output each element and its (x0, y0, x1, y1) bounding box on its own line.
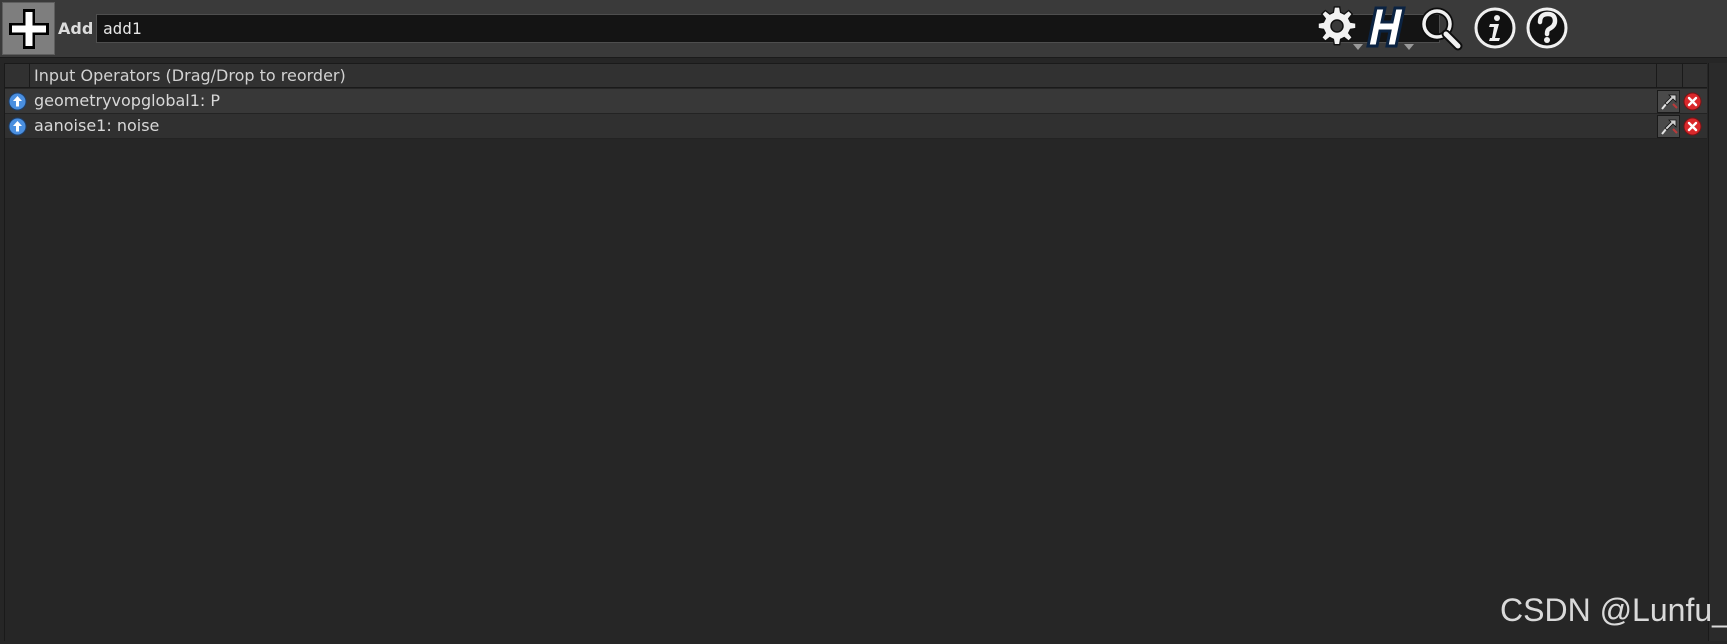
magnifier-icon[interactable] (1418, 4, 1468, 54)
node-name-field[interactable] (96, 14, 1440, 43)
list-header-title: Input Operators (Drag/Drop to reorder) (34, 66, 346, 85)
info-icon[interactable] (1470, 4, 1520, 54)
list-header: Input Operators (Drag/Drop to reorder) (5, 63, 1707, 88)
input-operators-list: Input Operators (Drag/Drop to reorder) g… (4, 63, 1707, 641)
plus-cross-icon[interactable] (2, 2, 55, 55)
parameter-pane: Add add1 Input Operators (Drag/Drop to r… (0, 0, 1727, 644)
delete-icon[interactable] (1683, 117, 1702, 136)
node-picker-icon[interactable] (1657, 90, 1680, 113)
list-item-label: geometryvopglobal1: P (34, 91, 221, 110)
vertical-scrollbar[interactable] (1708, 63, 1727, 641)
arrow-up-icon[interactable] (8, 92, 27, 111)
parameter-header: Add (0, 0, 1727, 58)
arrow-up-icon[interactable] (8, 117, 27, 136)
list-item-label: aanoise1: noise (34, 116, 160, 135)
node-picker-icon[interactable] (1657, 115, 1680, 138)
houdini-help-h-icon[interactable] (1364, 4, 1414, 54)
watermark: CSDN @Lunfu_ (1500, 592, 1727, 628)
question-icon[interactable] (1522, 4, 1572, 54)
list-item[interactable]: geometryvopglobal1: P (5, 89, 1707, 114)
delete-icon[interactable] (1683, 92, 1702, 111)
node-type-label: Add (58, 19, 94, 38)
gear-icon[interactable] (1314, 4, 1364, 54)
list-item[interactable]: aanoise1: noise (5, 114, 1707, 139)
